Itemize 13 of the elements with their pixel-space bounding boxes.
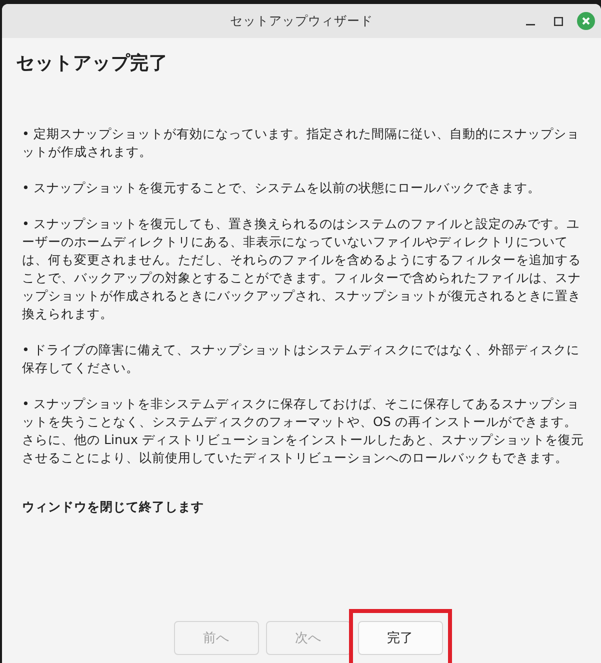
window-title: セットアップウィザード (230, 12, 373, 30)
info-paragraph: • スナップショットを復元しても、置き換えられるのはシステムのファイルと設定のみです。ユーザーのホームディレクトリにある、非表示になっていないファイルやディレクトリについては、何も変更されません。ただし、それらのファイルを含めるようにするフィルターを追加することで、バックアップの対象とすることができます。フィルターで含められたファイルは、スナップショットが作成されるときにバックアップされ、スナップショットが復元されるときに置き換えられます。 (22, 215, 582, 323)
info-paragraph: • スナップショットを復元することで、システムを以前の状態にロールバックできます。 (22, 179, 542, 197)
minimize-icon (526, 24, 534, 26)
info-paragraph: • スナップショットを非システムディスクに保存しておけば、そこに保存してあるスナップショットを失うことなく、システムディスクのフォーマットや、OS の再インストールができます。さらに、他の Linux ディストリビューションをインストールしたあと、スナップショットを復元させることにより、以前使用していたディストリビューションへのロールバックもできます。 (22, 395, 585, 467)
info-paragraph: • 定期スナップショットが有効になっています。指定された間隔に従い、自動的にスナップショットが作成されます。 (22, 125, 580, 161)
page-heading: セットアップ完了 (16, 52, 169, 75)
wizard-button[interactable]: 完了 (358, 621, 442, 655)
close-icon (577, 12, 595, 30)
info-paragraph: • ドライブの障害に備えて、スナップショットはシステムディスクにではなく、外部ディスクに保存してください。 (22, 341, 580, 377)
maximize-icon (554, 16, 562, 26)
close-button[interactable] (577, 12, 595, 30)
closing-note: ウィンドウを閉じて終了します (22, 499, 205, 516)
